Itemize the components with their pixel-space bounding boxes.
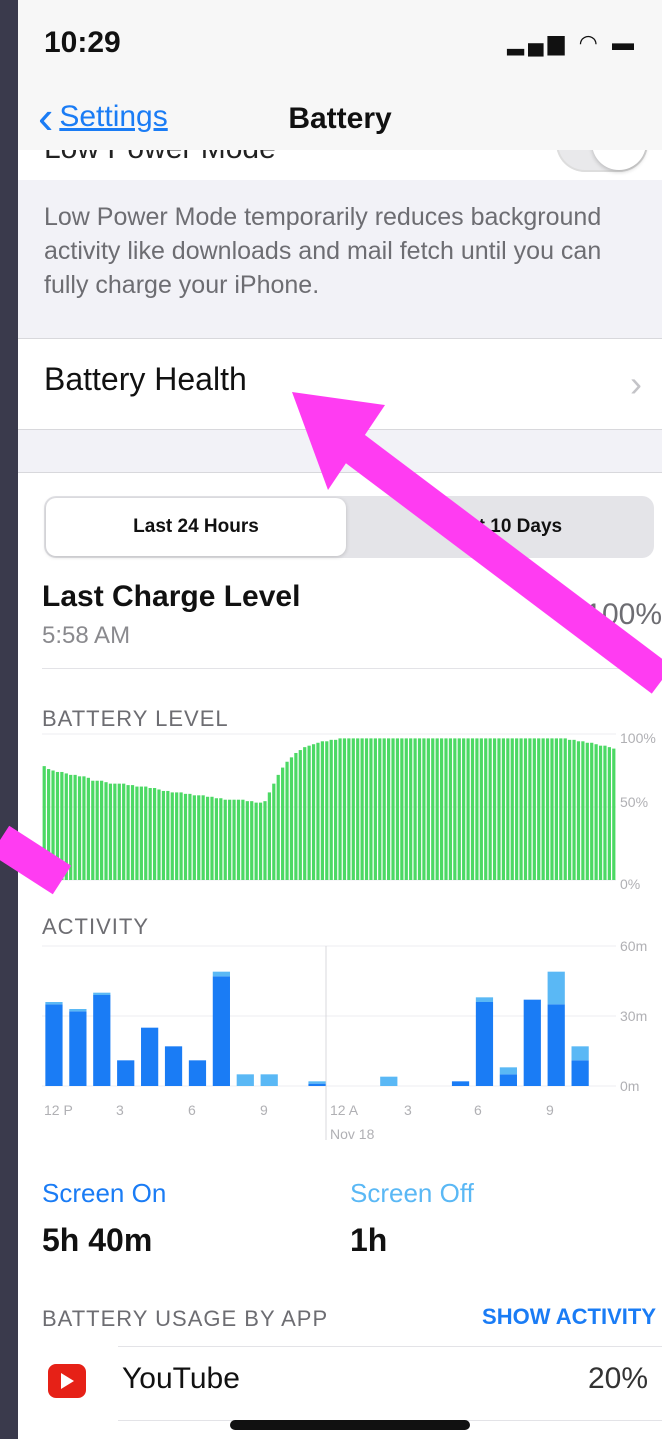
annotation-arrow-fragment [0,825,72,895]
annotation-arrows [0,392,662,895]
annotation-arrow-shaft [339,431,662,694]
